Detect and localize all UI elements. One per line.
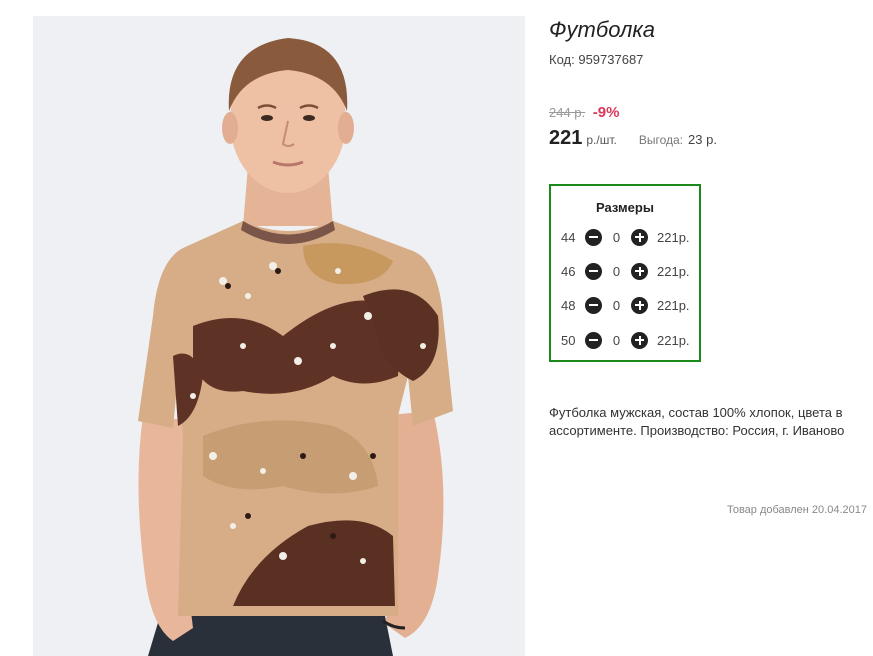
product-code: Код: 959737687 [549,52,643,67]
product-photo [33,16,525,656]
sizes-panel: Размеры 44 0 221р. 46 0 221р. 48 0 221р.… [549,184,701,362]
plus-circle-icon[interactable] [631,228,648,246]
size-label: 48 [561,297,576,313]
size-label: 44 [561,229,576,245]
minus-circle-icon[interactable] [585,228,602,246]
product-description: Футболка мужская, состав 100% хлопок, цв… [549,405,845,438]
quantity-value[interactable]: 0 [602,264,631,279]
minus-circle-icon[interactable] [585,296,602,314]
size-price: 221р. [657,332,690,348]
product-code-value: 959737687 [578,52,644,67]
size-row: 50 0 221р. [561,330,690,350]
current-price: 221 [549,127,583,149]
savings-value: 23 р. [688,132,717,147]
quantity-value[interactable]: 0 [602,333,631,348]
old-price-row: 244 р. -9% [549,104,619,121]
price-row: 221 р./шт. Выгода: 23 р. [549,127,717,150]
size-row: 48 0 221р. [561,295,690,315]
product-page: Футболка Код: 959737687 244 р. -9% 221 р… [0,0,873,656]
quantity-value[interactable]: 0 [602,230,631,245]
added-date: Товар добавлен 20.04.2017 [726,504,867,516]
size-price: 221р. [657,229,690,245]
size-label: 46 [561,263,576,279]
plus-circle-icon[interactable] [631,296,648,314]
product-code-label: Код: [549,52,575,67]
quantity-value[interactable]: 0 [602,298,631,313]
plus-circle-icon[interactable] [631,262,648,280]
savings-label: Выгода: [638,133,684,147]
sizes-title: Размеры [596,200,654,215]
size-label: 50 [561,332,576,348]
minus-circle-icon[interactable] [585,331,602,349]
size-price: 221р. [657,263,690,279]
size-price: 221р. [657,297,690,313]
discount-badge: -9% [592,104,620,121]
minus-circle-icon[interactable] [585,262,602,280]
product-title: Футболка [549,17,655,42]
size-row: 46 0 221р. [561,261,690,281]
plus-circle-icon[interactable] [631,331,648,349]
price-unit: р./шт. [586,133,617,147]
old-price: 244 р. [549,105,586,120]
size-row: 44 0 221р. [561,227,690,247]
